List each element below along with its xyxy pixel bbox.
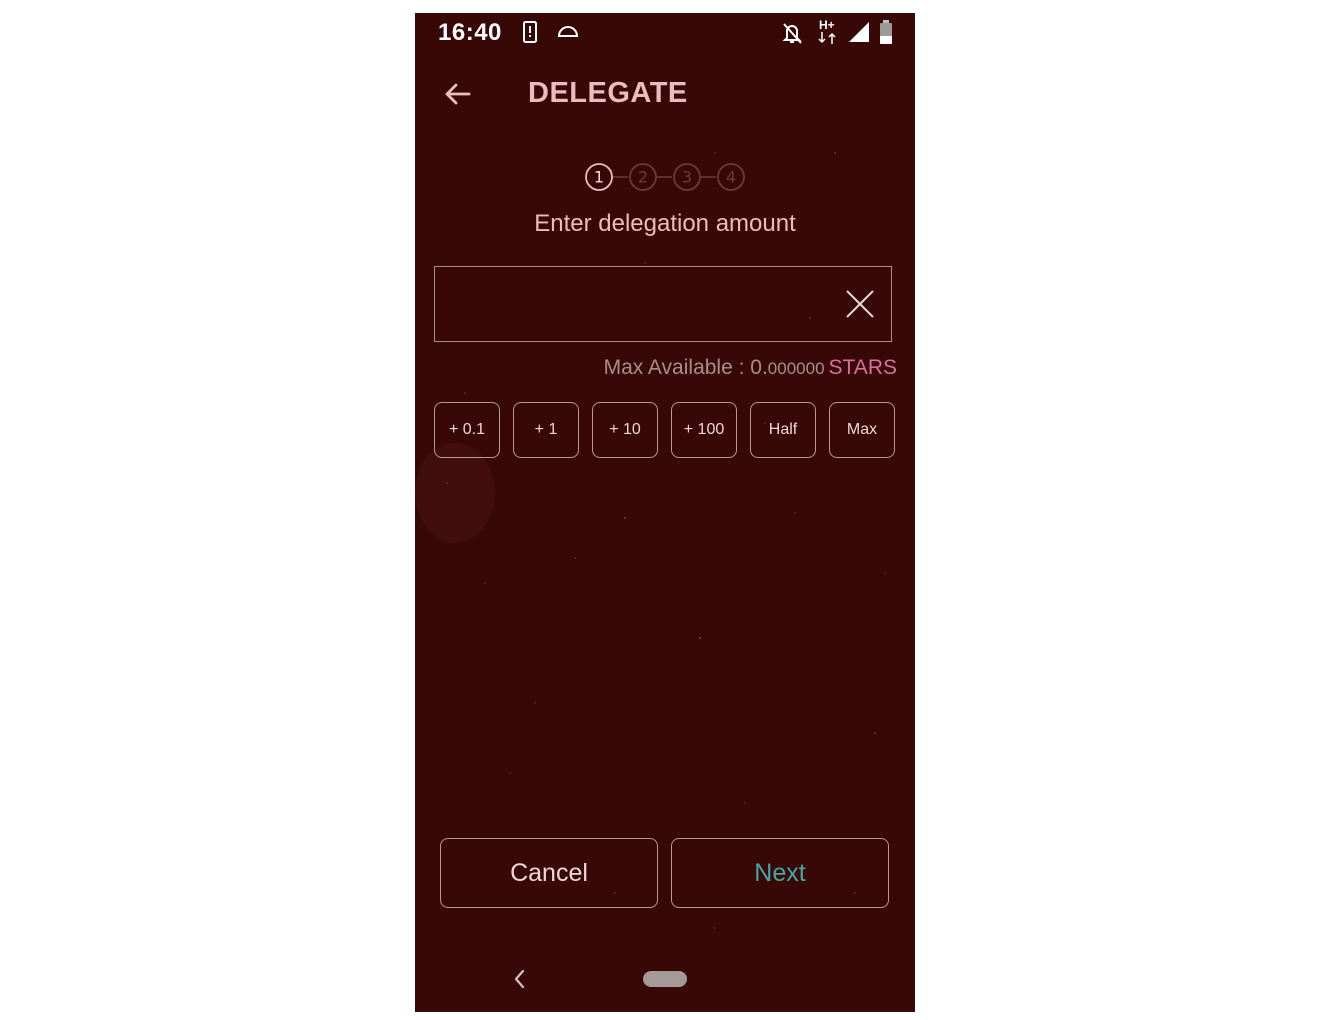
add-10-button[interactable]: + 10 bbox=[592, 402, 658, 458]
step-subtitle: Enter delegation amount bbox=[534, 210, 796, 237]
step-4-label: 4 bbox=[726, 168, 736, 187]
step-2-label: 2 bbox=[638, 168, 648, 187]
step-4: 4 bbox=[717, 163, 745, 191]
cancel-button[interactable]: Cancel bbox=[440, 838, 658, 908]
bell-off-icon bbox=[782, 23, 802, 44]
step-indicator: 1 2 3 4 bbox=[585, 163, 745, 191]
close-x-icon[interactable] bbox=[843, 287, 877, 321]
data-arrows-icon bbox=[818, 32, 836, 44]
max-available-decimals: 000000 bbox=[767, 359, 825, 378]
step-3: 3 bbox=[673, 163, 701, 191]
max-available: Max Available : 0.000000 STARS bbox=[604, 356, 897, 380]
step-3-label: 3 bbox=[682, 168, 692, 187]
page-title: DELEGATE bbox=[528, 77, 688, 109]
add-100-button[interactable]: + 100 bbox=[671, 402, 737, 458]
phone-screen: 16:40 H+ DELEGATE 1 2 3 4 Enter delegati… bbox=[415, 13, 915, 1012]
next-button[interactable]: Next bbox=[671, 838, 889, 908]
signal-icon bbox=[849, 22, 869, 42]
home-pill-icon[interactable] bbox=[643, 971, 687, 987]
battery-icon bbox=[880, 20, 892, 44]
device-alert-icon bbox=[523, 21, 537, 43]
step-1: 1 bbox=[585, 163, 613, 191]
max-available-denom: STARS bbox=[828, 356, 897, 379]
step-2: 2 bbox=[629, 163, 657, 191]
step-1-label: 1 bbox=[594, 168, 604, 187]
back-arrow-icon[interactable] bbox=[441, 77, 475, 111]
status-bar: 16:40 H+ bbox=[415, 13, 915, 53]
max-available-label: Max Available : bbox=[603, 356, 751, 379]
network-label: H+ bbox=[819, 18, 835, 32]
add-1-button[interactable]: + 1 bbox=[513, 402, 579, 458]
amount-input[interactable] bbox=[447, 277, 831, 333]
cloud-arch-icon bbox=[557, 26, 579, 37]
quick-amount-buttons: + 0.1 + 1 + 10 + 100 Half Max bbox=[434, 402, 896, 458]
status-time: 16:40 bbox=[438, 19, 502, 46]
max-button[interactable]: Max bbox=[829, 402, 895, 458]
max-available-integer: 0. bbox=[750, 356, 768, 379]
chevron-left-icon[interactable] bbox=[509, 967, 529, 991]
hplus-data-icon: H+ bbox=[817, 18, 841, 46]
amount-field bbox=[434, 266, 892, 342]
add-0-1-button[interactable]: + 0.1 bbox=[434, 402, 500, 458]
half-button[interactable]: Half bbox=[750, 402, 816, 458]
